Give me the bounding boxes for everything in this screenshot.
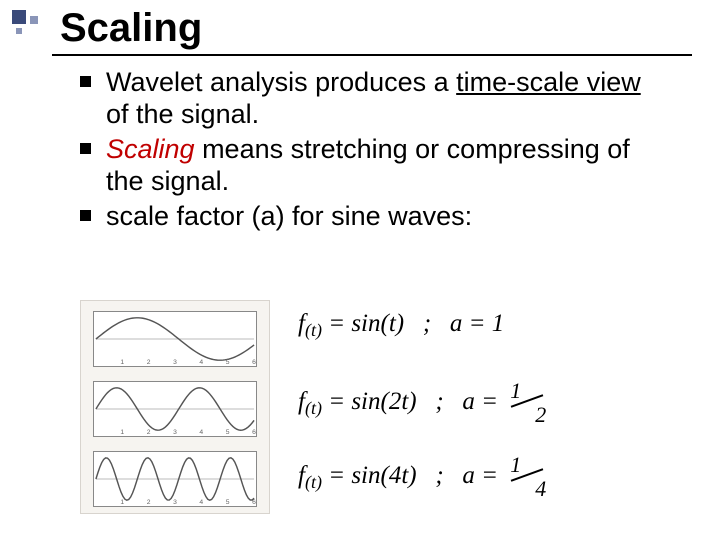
equations-block: f (t) = sin(t) ; a = 1 f (t) = sin(2t) ;…	[298, 294, 658, 514]
equation-row-2: f (t) = sin(2t) ; a = 1 2	[298, 380, 548, 424]
svg-text:3: 3	[173, 499, 177, 506]
svg-text:3: 3	[173, 359, 177, 366]
eq-f: f	[298, 462, 305, 490]
equation-row-3: f (t) = sin(4t) ; a = 1 4	[298, 454, 548, 498]
eq-arg: (t)	[305, 320, 322, 341]
text: of the signal.	[106, 99, 259, 129]
svg-text:4: 4	[199, 359, 203, 366]
frac-num: 1	[510, 378, 521, 404]
frac-den: 2	[535, 402, 546, 428]
sine-curve-icon: 1 2 3 4 5 6	[94, 382, 256, 436]
frac-den: 4	[535, 476, 546, 502]
svg-text:4: 4	[199, 429, 203, 436]
slide-ornament	[12, 10, 52, 42]
underlined-text: time-scale view	[456, 67, 641, 97]
frac-num: 1	[510, 452, 521, 478]
plot-sin-2t: 1 2 3 4 5 6	[93, 381, 257, 437]
svg-text:2: 2	[147, 359, 151, 366]
svg-text:1: 1	[120, 359, 124, 366]
fraction-icon: 1 4	[508, 454, 548, 498]
svg-text:1: 1	[120, 429, 124, 436]
svg-text:6: 6	[252, 499, 256, 506]
bullet-item: Scaling means stretching or compressing …	[80, 133, 660, 198]
sine-curve-icon: 1 2 3 4 5 6	[94, 452, 256, 506]
svg-text:6: 6	[252, 359, 256, 366]
emphasis-text: Scaling	[106, 134, 195, 164]
text: Wavelet analysis produces a	[106, 67, 456, 97]
eq-body: = sin(t) ; a = 1	[322, 310, 504, 338]
plot-sin-t: 1 2 3 4 5 6	[93, 311, 257, 367]
svg-text:3: 3	[173, 429, 177, 436]
eq-f: f	[298, 310, 305, 338]
svg-text:1: 1	[120, 499, 124, 506]
figure-area: 123456 123456 123456 f (t) = sin(t) ; a …	[80, 294, 660, 524]
eq-f: f	[298, 388, 305, 416]
bullet-item: scale factor (a) for sine waves:	[80, 200, 660, 232]
svg-text:6: 6	[252, 429, 256, 436]
svg-text:5: 5	[226, 359, 230, 366]
sine-curve-icon: 1 2 3 4 5 6	[94, 312, 256, 366]
bullet-item: Wavelet analysis produces a time-scale v…	[80, 66, 660, 131]
page-title: Scaling	[60, 6, 202, 51]
eq-body: = sin(4t) ; a =	[322, 462, 504, 490]
title-underline	[52, 54, 692, 56]
eq-arg: (t)	[305, 398, 322, 419]
text: scale factor (a) for sine waves:	[106, 201, 472, 231]
svg-text:2: 2	[147, 429, 151, 436]
equation-row-1: f (t) = sin(t) ; a = 1	[298, 310, 504, 338]
svg-text:5: 5	[226, 429, 230, 436]
svg-text:2: 2	[147, 499, 151, 506]
plot-sin-4t: 1 2 3 4 5 6	[93, 451, 257, 507]
svg-text:4: 4	[199, 499, 203, 506]
svg-text:5: 5	[226, 499, 230, 506]
eq-body: = sin(2t) ; a =	[322, 388, 504, 416]
eq-arg: (t)	[305, 472, 322, 493]
fraction-icon: 1 2	[508, 380, 548, 424]
bullet-list: Wavelet analysis produces a time-scale v…	[80, 66, 660, 234]
sine-plots-panel: 1 2 3 4 5 6 1 2 3 4 5 6 1 2 3 4 5 6	[80, 300, 270, 514]
